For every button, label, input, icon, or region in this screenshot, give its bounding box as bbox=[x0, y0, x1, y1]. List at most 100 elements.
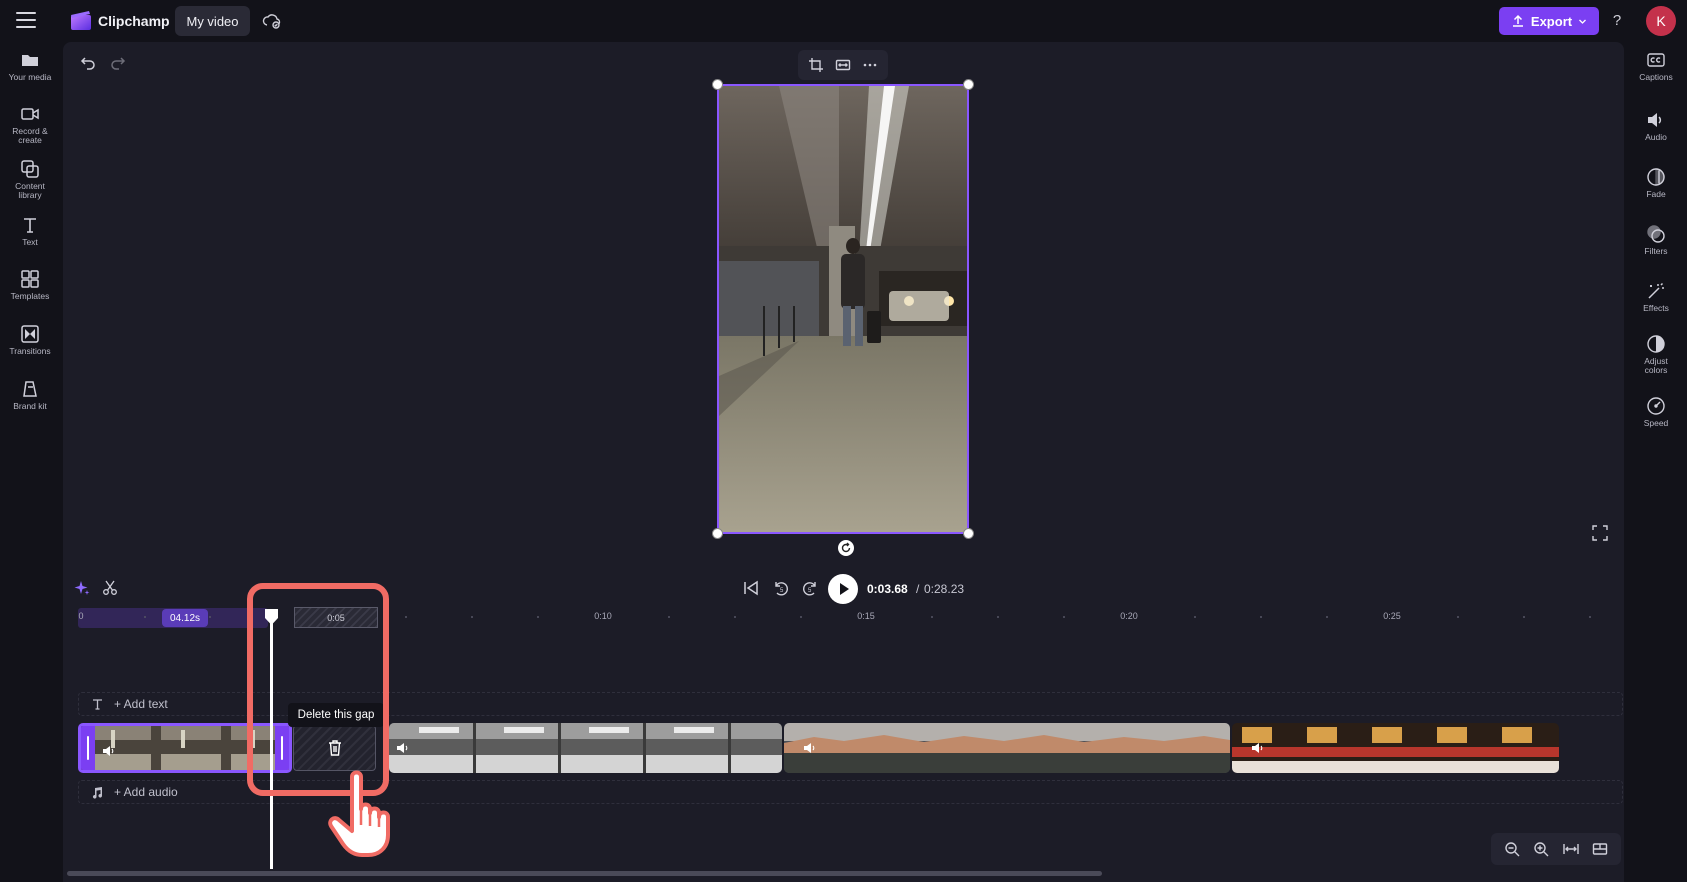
ruler-dot bbox=[1260, 616, 1262, 618]
ruler-dot bbox=[997, 616, 999, 618]
sidebar-item-transitions[interactable]: Transitions bbox=[0, 324, 60, 356]
play-icon bbox=[840, 583, 849, 595]
sidebar-label: Fade bbox=[1646, 189, 1666, 199]
sidebar-label: Effects bbox=[1643, 303, 1669, 313]
sidebar-label: Filters bbox=[1644, 246, 1668, 256]
sidebar-item-fade[interactable]: Fade bbox=[1625, 167, 1687, 199]
sidebar-item-content-library[interactable]: Content library bbox=[0, 159, 60, 200]
export-label: Export bbox=[1530, 13, 1573, 29]
video-clip[interactable] bbox=[784, 723, 1230, 773]
more-options-icon[interactable] bbox=[862, 57, 878, 73]
sidebar-label: Text bbox=[22, 237, 38, 247]
clip-trim-handle-left[interactable] bbox=[81, 726, 95, 770]
ruler-label: 0:20 bbox=[1120, 611, 1138, 621]
clipchamp-logo bbox=[71, 11, 91, 30]
ruler-dot bbox=[800, 616, 802, 618]
adjust-colors-icon bbox=[1647, 335, 1665, 353]
add-text-label: + Add text bbox=[114, 697, 168, 711]
sidebar-item-adjust-colors[interactable]: Adjust colors bbox=[1625, 334, 1687, 375]
speaker-icon[interactable] bbox=[101, 743, 117, 759]
sidebar-item-effects[interactable]: Effects bbox=[1625, 281, 1687, 313]
video-clip[interactable] bbox=[1232, 723, 1559, 773]
help-icon[interactable]: ? bbox=[1609, 10, 1625, 32]
menu-icon[interactable] bbox=[16, 12, 36, 28]
left-sidebar: Your media Record & create Content library… bbox=[0, 42, 60, 882]
preview-toolbar bbox=[798, 50, 888, 80]
ruler-dot bbox=[1523, 616, 1525, 618]
sidebar-label: Captions bbox=[1639, 72, 1673, 82]
zoom-controls bbox=[1491, 833, 1621, 865]
forward-5s-icon[interactable]: 5 bbox=[801, 579, 819, 597]
sidebar-label: Record & create bbox=[12, 126, 48, 145]
chevron-down-icon bbox=[1579, 19, 1587, 24]
fullscreen-icon[interactable] bbox=[1592, 525, 1608, 541]
content-library-icon bbox=[21, 160, 39, 178]
video-preview[interactable] bbox=[717, 84, 969, 534]
project-name-tab[interactable]: My video bbox=[175, 6, 250, 36]
export-button[interactable]: Export bbox=[1499, 7, 1599, 35]
sidebar-label: Adjust colors bbox=[1644, 356, 1668, 375]
sidebar-label: Speed bbox=[1643, 418, 1669, 428]
captions-icon bbox=[1647, 53, 1665, 67]
avatar[interactable]: K bbox=[1646, 6, 1676, 36]
sidebar-item-templates[interactable]: Templates bbox=[0, 269, 60, 301]
filters-icon bbox=[1647, 225, 1665, 243]
redo-icon[interactable] bbox=[110, 55, 126, 71]
resize-handle-bottom-right[interactable] bbox=[963, 528, 974, 539]
sidebar-item-record-create[interactable]: Record & create bbox=[0, 104, 60, 145]
ruler-dot bbox=[1457, 616, 1459, 618]
speaker-icon[interactable] bbox=[1250, 740, 1266, 756]
clip-thumbnails bbox=[389, 723, 782, 773]
ruler-dot bbox=[209, 616, 211, 618]
ruler-dot bbox=[405, 616, 407, 618]
rotate-icon[interactable] bbox=[837, 539, 855, 557]
video-frame bbox=[719, 86, 967, 532]
undo-icon[interactable] bbox=[80, 55, 96, 71]
clip-thumbnails bbox=[1232, 723, 1559, 773]
speaker-icon bbox=[1648, 113, 1662, 127]
sidebar-item-brand-kit[interactable]: Brand kit bbox=[0, 379, 60, 411]
zoom-in-icon[interactable] bbox=[1533, 841, 1549, 857]
sidebar-label: Templates bbox=[10, 291, 50, 301]
sidebar-item-audio[interactable]: Audio bbox=[1625, 110, 1687, 142]
sidebar-item-captions[interactable]: Captions bbox=[1625, 50, 1687, 82]
sidebar-label: Brand kit bbox=[13, 401, 47, 411]
sidebar-item-filters[interactable]: Filters bbox=[1625, 224, 1687, 256]
right-sidebar: Captions Audio Fade Filters Effects Adju… bbox=[1625, 42, 1687, 882]
sidebar-item-text[interactable]: Text bbox=[0, 215, 60, 247]
video-clip[interactable] bbox=[389, 723, 782, 773]
templates-icon bbox=[21, 270, 39, 288]
play-button[interactable] bbox=[828, 574, 858, 604]
sparkle-icon[interactable] bbox=[74, 580, 90, 596]
speedometer-icon bbox=[1647, 397, 1665, 415]
resize-handle-bottom-left[interactable] bbox=[712, 528, 723, 539]
cloud-sync-icon[interactable] bbox=[262, 11, 282, 31]
timeline-view-icon[interactable] bbox=[1592, 841, 1608, 857]
timeline-scrollbar[interactable] bbox=[67, 871, 1102, 876]
fit-to-timeline-icon[interactable] bbox=[1563, 841, 1579, 857]
zoom-out-icon[interactable] bbox=[1504, 841, 1520, 857]
fit-icon[interactable] bbox=[835, 57, 851, 73]
scissors-icon[interactable] bbox=[102, 580, 118, 596]
speaker-icon[interactable] bbox=[395, 740, 411, 756]
app-name: Clipchamp bbox=[98, 13, 170, 29]
skip-to-start-icon[interactable] bbox=[743, 580, 759, 596]
sidebar-item-your-media[interactable]: Your media bbox=[0, 50, 60, 82]
ruler-dot bbox=[734, 616, 736, 618]
sidebar-label: Your media bbox=[8, 72, 52, 82]
clipchamp-editor: Clipchamp My video Export ? K Your media… bbox=[0, 0, 1687, 882]
resize-handle-top-right[interactable] bbox=[963, 79, 974, 90]
total-time: 0:28.23 bbox=[924, 582, 965, 596]
ruler-label-start: 0 bbox=[78, 611, 84, 621]
crop-icon[interactable] bbox=[808, 57, 824, 73]
ruler-dot bbox=[931, 616, 933, 618]
resize-handle-top-left[interactable] bbox=[712, 79, 723, 90]
ruler-dot bbox=[1194, 616, 1196, 618]
top-bar: Clipchamp My video Export ? K bbox=[0, 0, 1687, 42]
hand-pointer-icon bbox=[328, 770, 390, 857]
speaker-icon[interactable] bbox=[802, 740, 818, 756]
rewind-5s-icon[interactable]: 5 bbox=[772, 579, 790, 597]
sidebar-item-speed[interactable]: Speed bbox=[1625, 396, 1687, 428]
music-note-icon bbox=[92, 786, 103, 799]
svg-text:5: 5 bbox=[808, 588, 812, 594]
